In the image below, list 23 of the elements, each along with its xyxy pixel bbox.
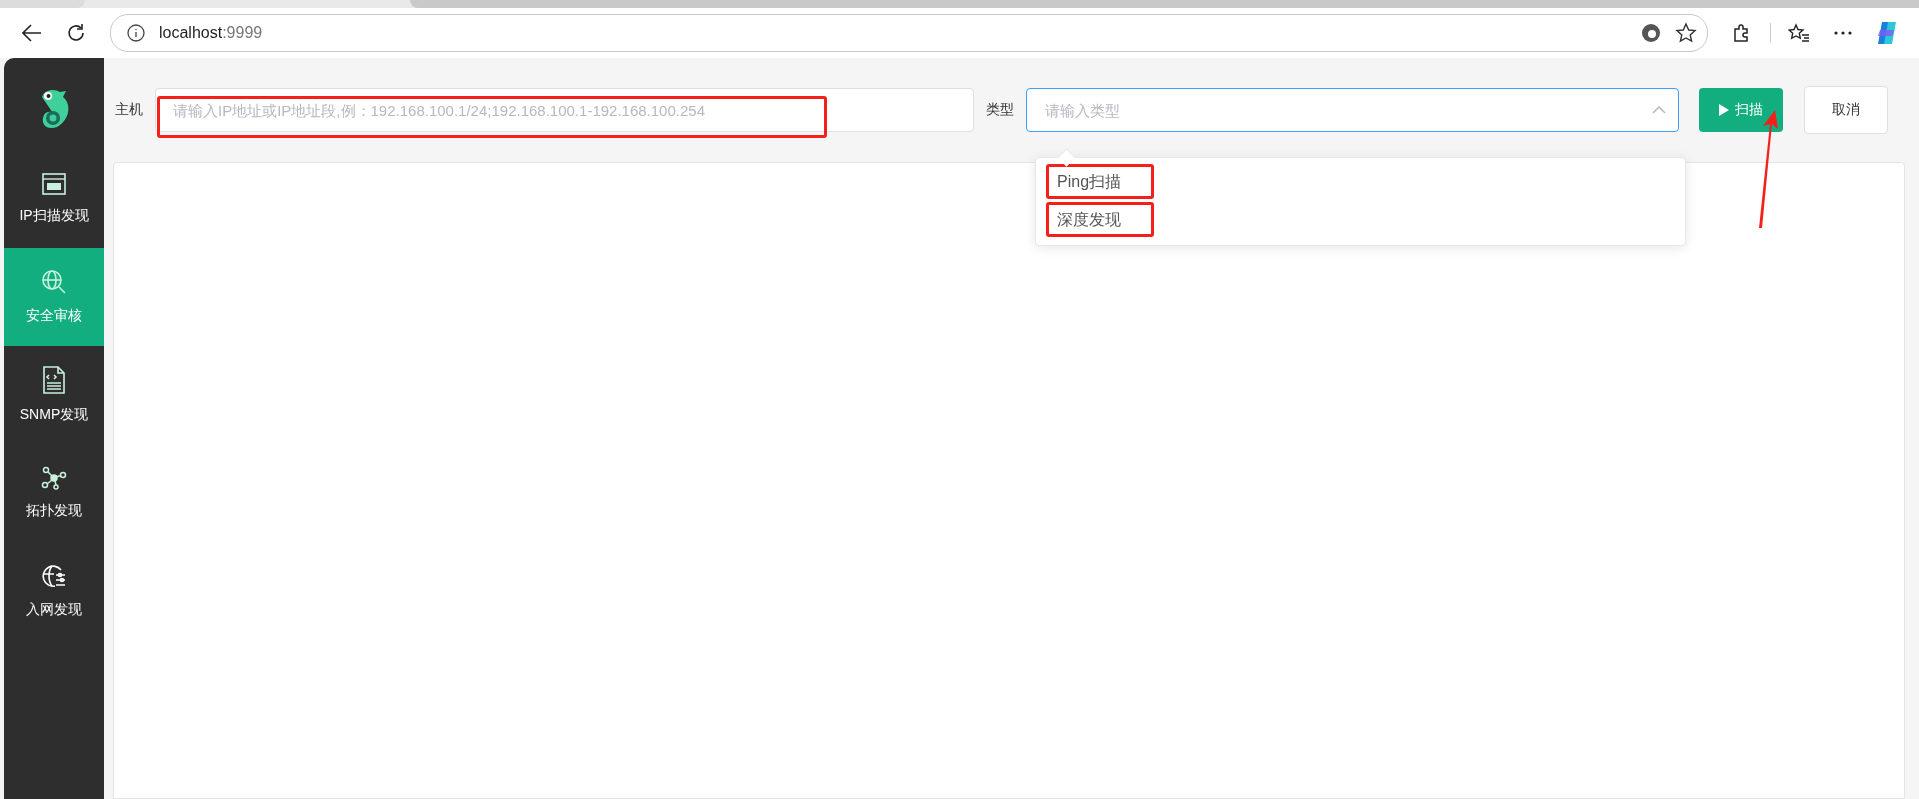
chevron-up-icon <box>1652 106 1666 114</box>
dropdown-option[interactable]: Ping扫描 <box>1046 164 1155 199</box>
info-icon <box>127 24 145 42</box>
ping-window-icon <box>42 173 66 195</box>
type-input[interactable]: 请输入类型 <box>1043 100 1652 120</box>
type-select[interactable]: 请输入类型 <box>1026 88 1679 132</box>
topology-icon <box>41 466 67 490</box>
address-bar[interactable]: localhost:9999 <box>110 14 1708 52</box>
star-icon[interactable] <box>1675 22 1697 44</box>
cancel-button[interactable]: 取消 <box>1804 86 1888 134</box>
host-field[interactable]: 请输入IP地址或IP地址段,例：192.168.100.1/24;192.168.100.1-192.168.100.254 <box>155 88 974 132</box>
type-label: 类型 <box>986 101 1014 119</box>
sidebar-item[interactable]: 拓扑发现 <box>4 444 104 542</box>
sidebar-item[interactable]: SNMP发现 <box>4 346 104 444</box>
host-label: 主机 <box>115 101 143 119</box>
dropdown-option[interactable]: 深度发现 <box>1046 202 1154 237</box>
sidebar-item[interactable]: IP扫描发现 <box>4 150 104 248</box>
sidebar-item[interactable]: 入网发现 <box>4 542 104 640</box>
play-icon <box>1719 104 1729 116</box>
globe-settings-icon <box>41 563 67 589</box>
url-text: localhost:9999 <box>159 24 264 42</box>
code-document-icon <box>43 366 65 394</box>
globe-search-icon <box>41 269 67 295</box>
